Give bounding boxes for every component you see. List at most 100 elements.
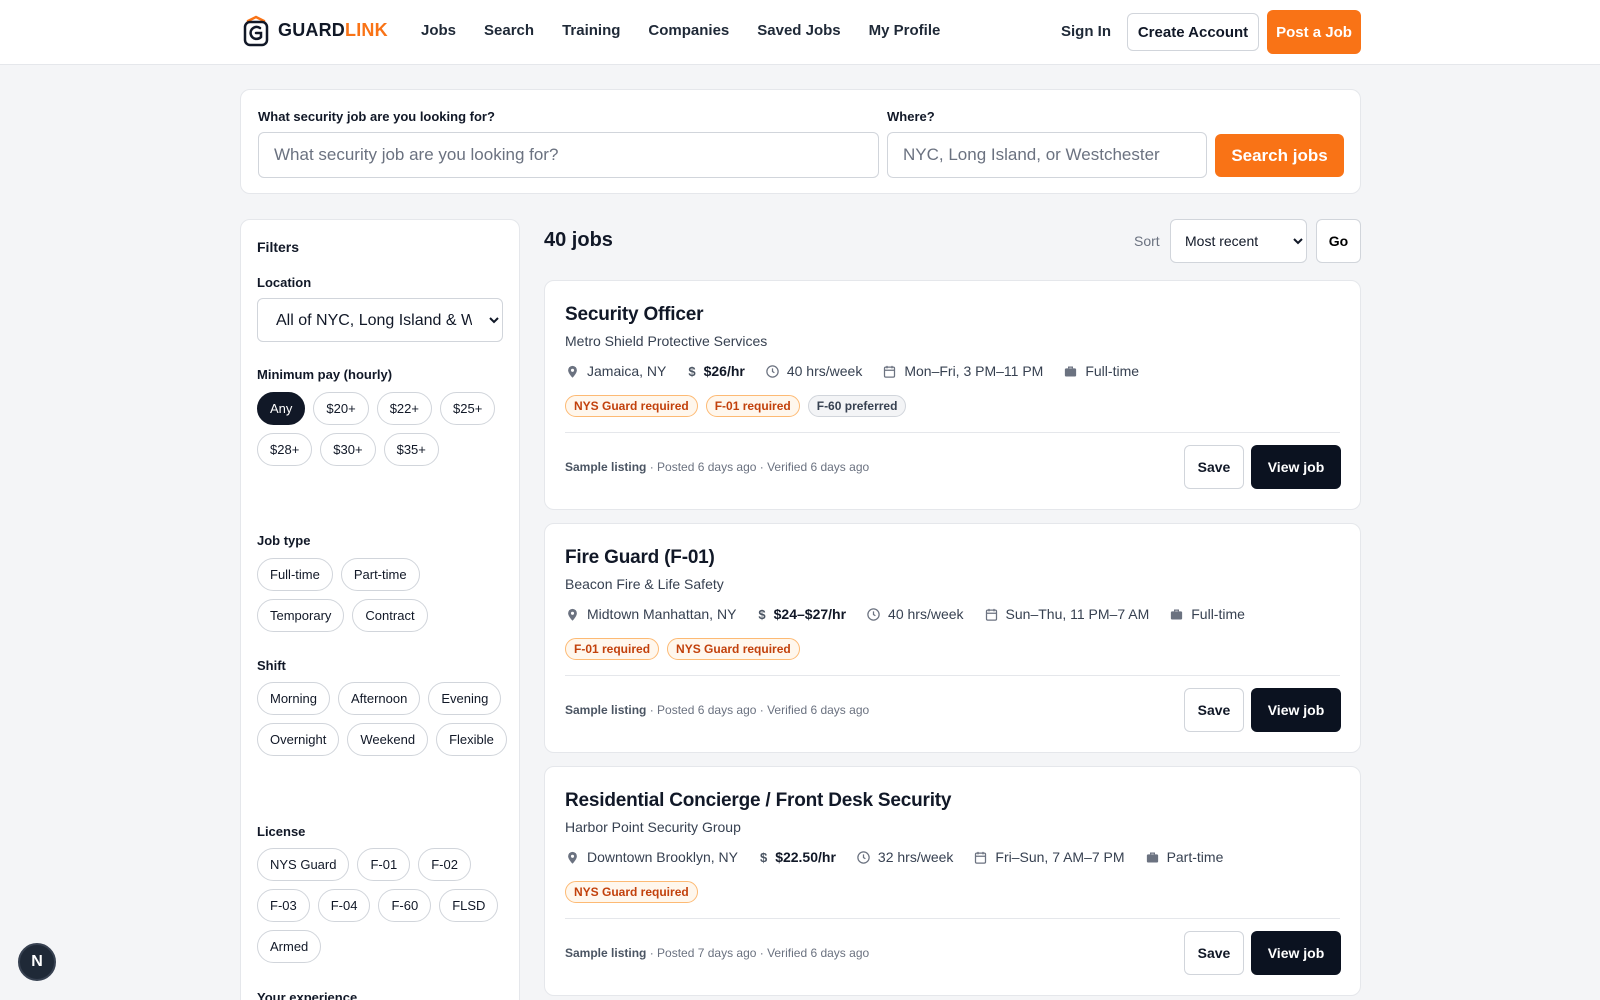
sort-go-button[interactable]: Go	[1316, 219, 1361, 263]
job-pay: $ $22.50/hr	[759, 849, 836, 865]
filters-panel: Filters Location All of NYC, Long Island…	[240, 219, 520, 1000]
view-job-button[interactable]: View job	[1251, 688, 1341, 732]
license-label: License	[257, 824, 306, 839]
job-hours: 32 hrs/week	[856, 849, 953, 865]
job-title[interactable]: Fire Guard (F-01)	[565, 547, 715, 569]
license-chip-f04[interactable]: F-04	[317, 889, 371, 922]
job-meta: Jamaica, NY $ $26/hr 40 hrs/week Mon–Fri,…	[565, 363, 1159, 379]
pay-chip-35[interactable]: $35+	[383, 433, 439, 466]
map-pin-icon	[568, 851, 577, 864]
job-title[interactable]: Security Officer	[565, 304, 704, 326]
pay-chip-25[interactable]: $25+	[440, 392, 496, 425]
top-header: GUARDLINK Jobs Search Training Companies…	[0, 0, 1600, 65]
pay-chip-any[interactable]: Any	[257, 392, 306, 425]
job-badges: F-01 required NYS Guard required	[565, 638, 800, 660]
filters-title: Filters	[257, 239, 300, 255]
shift-chip-afternoon[interactable]: Afternoon	[337, 682, 421, 715]
job-badges: NYS Guard required F-01 required F-60 pr…	[565, 395, 907, 417]
job-type-label: Job type	[257, 533, 311, 548]
nav-saved-jobs[interactable]: Saved Jobs	[757, 22, 840, 39]
nav-jobs[interactable]: Jobs	[421, 22, 456, 39]
nav-search[interactable]: Search	[484, 22, 534, 39]
shift-chip-overnight[interactable]: Overnight	[257, 723, 340, 756]
job-schedule: Fri–Sun, 7 AM–7 PM	[973, 849, 1125, 865]
license-badge: F-60 preferred	[807, 395, 907, 417]
nav-my-profile[interactable]: My Profile	[869, 22, 941, 39]
nav-companies[interactable]: Companies	[648, 22, 729, 39]
job-location: Jamaica, NY	[565, 363, 666, 379]
save-job-button[interactable]: Save	[1184, 688, 1244, 732]
license-chip-f01[interactable]: F-01	[357, 848, 411, 881]
sort-select[interactable]: Most recent	[1170, 219, 1307, 263]
job-meta: Midtown Manhattan, NY $ $24–$27/hr 40 hrs…	[565, 606, 1265, 622]
pay-chip-20[interactable]: $20+	[313, 392, 369, 425]
jobtype-chip-temporary[interactable]: Temporary	[257, 599, 345, 632]
job-card: Fire Guard (F-01) Beacon Fire & Life Saf…	[544, 523, 1361, 753]
license-chip-f02[interactable]: F-02	[418, 848, 471, 881]
license-chip-f03[interactable]: F-03	[257, 889, 310, 922]
jobtype-chip-contract[interactable]: Contract	[352, 599, 428, 632]
license-chips: NYS Guard F-01 F-02 F-03 F-04 F-60 FLSD …	[257, 848, 507, 963]
create-account-button[interactable]: Create Account	[1127, 13, 1259, 51]
license-badge: F-01 required	[565, 638, 660, 660]
job-footer: Sample listing · Posted 6 days ago · Ver…	[565, 703, 870, 717]
shift-chip-evening[interactable]: Evening	[428, 682, 502, 715]
pay-chip-22[interactable]: $22+	[376, 392, 432, 425]
results-count: 40 jobs	[544, 229, 613, 251]
briefcase-icon	[1171, 609, 1183, 619]
license-chip-flsd[interactable]: FLSD	[439, 889, 499, 922]
job-type: Full-time	[1169, 606, 1245, 622]
pay-chip-30[interactable]: $30+	[320, 433, 376, 466]
view-job-button[interactable]: View job	[1251, 445, 1341, 489]
shift-chips: Morning Afternoon Evening Overnight Week…	[257, 682, 507, 756]
license-chip-armed[interactable]: Armed	[257, 930, 322, 963]
license-chip-f60[interactable]: F-60	[378, 889, 432, 922]
job-badges: NYS Guard required	[565, 881, 698, 903]
save-job-button[interactable]: Save	[1184, 931, 1244, 975]
job-location: Downtown Brooklyn, NY	[565, 849, 738, 865]
license-chip-nys-guard[interactable]: NYS Guard	[257, 848, 350, 881]
location-filter-label: Location	[257, 275, 312, 290]
job-title[interactable]: Residential Concierge / Front Desk Secur…	[565, 790, 951, 812]
clock-icon	[766, 364, 779, 378]
license-badge: NYS Guard required	[565, 395, 698, 417]
job-schedule: Mon–Fri, 3 PM–11 PM	[882, 363, 1043, 379]
card-divider	[565, 918, 1340, 919]
what-label: What security job are you looking for?	[258, 109, 495, 124]
job-company: Metro Shield Protective Services	[565, 333, 768, 349]
post-job-button[interactable]: Post a Job	[1267, 10, 1361, 54]
location-search-input[interactable]	[887, 132, 1207, 178]
search-panel: What security job are you looking for? W…	[240, 89, 1361, 194]
guardlink-logo-icon	[243, 15, 269, 47]
job-pay: $ $26/hr	[688, 363, 745, 379]
shift-chip-weekend[interactable]: Weekend	[347, 723, 429, 756]
location-filter-select[interactable]: All of NYC, Long Island & Westchester	[257, 298, 503, 342]
jobtype-chip-full-time[interactable]: Full-time	[257, 558, 333, 591]
job-company: Beacon Fire & Life Safety	[565, 576, 724, 592]
card-divider	[565, 432, 1340, 433]
shift-chip-morning[interactable]: Morning	[257, 682, 330, 715]
where-label: Where?	[887, 109, 935, 124]
job-type: Full-time	[1063, 363, 1139, 379]
save-job-button[interactable]: Save	[1184, 445, 1244, 489]
jobtype-chip-part-time[interactable]: Part-time	[340, 558, 420, 591]
sign-in-link[interactable]: Sign In	[1061, 23, 1111, 40]
search-jobs-button[interactable]: Search jobs	[1215, 134, 1344, 177]
job-company: Harbor Point Security Group	[565, 819, 741, 835]
dev-tools-badge[interactable]: N	[18, 943, 56, 981]
nav-training[interactable]: Training	[562, 22, 620, 39]
pay-chip-28[interactable]: $28+	[257, 433, 313, 466]
main-nav: Jobs Search Training Companies Saved Job…	[421, 22, 968, 39]
job-search-input[interactable]	[258, 132, 879, 178]
view-job-button[interactable]: View job	[1251, 931, 1341, 975]
job-card: Security Officer Metro Shield Protective…	[544, 280, 1361, 510]
brand-logo[interactable]: GUARDLINK	[243, 13, 388, 47]
calendar-icon	[975, 851, 987, 864]
card-divider	[565, 675, 1340, 676]
clock-icon	[867, 607, 880, 621]
shift-chip-flexible[interactable]: Flexible	[436, 723, 507, 756]
experience-label: Your experience	[257, 990, 358, 1000]
dollar-icon: $	[688, 363, 696, 379]
min-pay-chips: Any $20+ $22+ $25+ $28+ $30+ $35+	[257, 392, 507, 466]
dollar-icon: $	[759, 849, 768, 865]
